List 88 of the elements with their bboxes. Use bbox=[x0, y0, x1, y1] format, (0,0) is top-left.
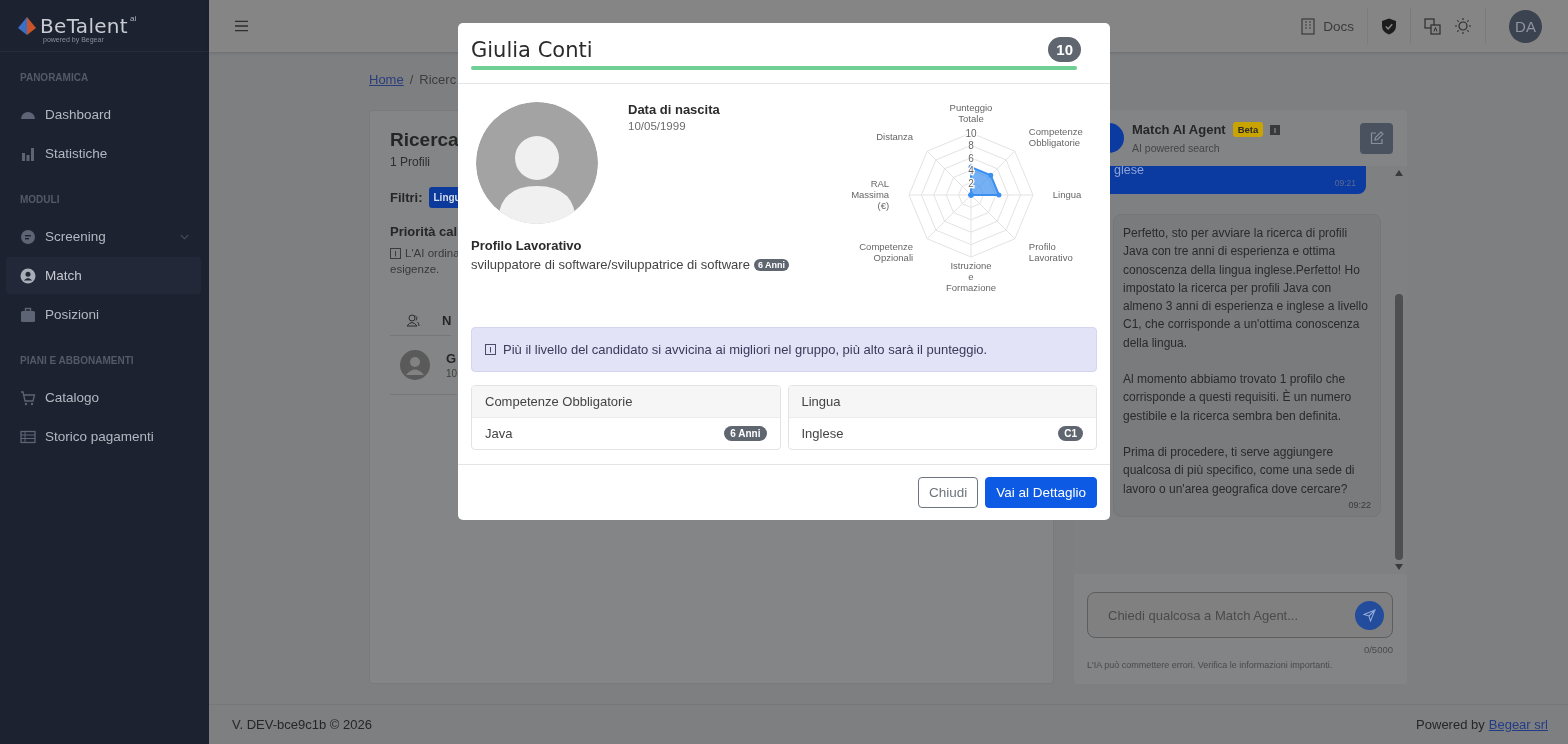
scroll-up-icon[interactable] bbox=[1395, 170, 1403, 176]
logo-suffix: ai bbox=[129, 13, 137, 23]
axis-label: RAL Massima (€) bbox=[851, 178, 890, 211]
column-header: N bbox=[442, 312, 452, 328]
chat-bubble-icon bbox=[20, 228, 36, 245]
candidate-detail: 10 bbox=[446, 368, 458, 379]
message-time: 09:22 bbox=[1348, 499, 1371, 510]
section-heading: PIANI E ABBONAMENTI bbox=[19, 355, 135, 368]
requirement-title: Lingua bbox=[788, 386, 1096, 418]
filters-label: Filtri: bbox=[390, 190, 423, 205]
score-badge: 10 bbox=[1048, 37, 1081, 62]
message-time: 09:21 bbox=[1334, 178, 1356, 188]
menu-icon[interactable] bbox=[235, 20, 248, 32]
axis-label: Competenze Opzionali bbox=[859, 241, 914, 264]
birth-label: Data di nascita bbox=[628, 102, 720, 117]
sun-icon[interactable] bbox=[1454, 17, 1472, 35]
requirement-title: Competenze Obbligatorie bbox=[472, 386, 780, 418]
candidate-name: G bbox=[446, 351, 458, 366]
sidebar-item[interactable]: Catalogo bbox=[6, 379, 201, 416]
info-icon bbox=[485, 344, 496, 355]
candidate-name: Giulia Conti bbox=[471, 37, 593, 62]
chevron-down-icon bbox=[180, 233, 189, 240]
priority-note: esigenze. bbox=[390, 263, 440, 275]
axis-label: Lingua bbox=[1052, 189, 1082, 200]
requirement-item: Java bbox=[485, 426, 513, 441]
axis-label: Profilo Lavorativo bbox=[1028, 241, 1073, 264]
axis-label: Istruzione e Formazione bbox=[945, 259, 997, 293]
sidebar-item[interactable]: Statistiche bbox=[6, 135, 201, 172]
tick-label: 10 bbox=[965, 128, 977, 139]
edit-icon bbox=[1369, 131, 1384, 145]
building-icon bbox=[1301, 17, 1316, 35]
info-icon bbox=[1270, 124, 1281, 135]
character-counter: 0/5000 bbox=[1362, 644, 1393, 655]
years-badge: 6 Anni bbox=[753, 258, 790, 271]
close-button[interactable]: Chiudi bbox=[917, 477, 979, 508]
tick-label: 8 bbox=[968, 140, 974, 152]
logo-icon bbox=[17, 15, 37, 36]
table-icon bbox=[20, 428, 36, 445]
logo-name: BeTalent bbox=[40, 13, 128, 38]
gauge-icon bbox=[20, 109, 36, 120]
profile-count: 1 Profili bbox=[390, 155, 430, 169]
info-icon bbox=[390, 247, 401, 259]
send-button[interactable] bbox=[1355, 600, 1384, 630]
avatar-icon bbox=[476, 102, 598, 224]
level-badge: 6 Anni bbox=[724, 426, 767, 441]
sidebar-item[interactable]: Posizioni bbox=[6, 296, 201, 333]
section-heading: PANORAMICA bbox=[19, 72, 90, 85]
score-area bbox=[968, 164, 1002, 198]
card-title: Ricerca bbox=[390, 129, 459, 151]
beta-badge: Beta bbox=[1232, 122, 1264, 137]
sidebar-item[interactable]: Storico pagamenti bbox=[6, 418, 201, 455]
level-badge: C1 bbox=[1058, 426, 1083, 441]
scrollbar-thumb[interactable] bbox=[1395, 294, 1403, 560]
profile-text: sviluppatore di software/sviluppatrice di software bbox=[471, 257, 750, 272]
scroll-down-icon[interactable] bbox=[1395, 564, 1403, 570]
sidebar-item[interactable]: Match bbox=[6, 257, 201, 294]
section-heading: MODULI bbox=[19, 194, 61, 207]
axis-label: Distanza bbox=[876, 131, 914, 143]
version-text: V. DEV-bce9c1b © 2026 bbox=[232, 717, 372, 732]
briefcase-icon bbox=[20, 306, 36, 323]
axis-label: Competenze Obbligatorie bbox=[1028, 125, 1083, 148]
shield-icon[interactable] bbox=[1381, 17, 1397, 35]
detail-button[interactable]: Vai al Dettaglio bbox=[985, 477, 1097, 508]
birth-date: 10/05/1999 bbox=[628, 120, 687, 132]
sidebar-item[interactable]: Screening bbox=[6, 218, 201, 255]
people-icon bbox=[406, 313, 420, 327]
send-icon bbox=[1363, 608, 1376, 622]
message-text: Al momento abbiamo trovato 1 profilo che corrisponde a questi requisiti. È un numero gestibile e la ricerca sembra ben definita. bbox=[1123, 371, 1353, 425]
breadcrumb-separator: / bbox=[409, 72, 414, 89]
message-text: Perfetto, sto per avviare la ricerca di profili Java con tre anni di esperienza e ottima conoscenza della lingua inglese.Perfetto! Ho impostato la ricerca per profili Java con almeno 3 anni di esperienza e inglese a livello C1, che corrisponde a un'ottima conoscenza della lingua. bbox=[1123, 225, 1369, 352]
profile-label: Profilo Lavorativo bbox=[471, 238, 583, 253]
powered-by-text: Powered by bbox=[1416, 717, 1485, 732]
translate-icon[interactable] bbox=[1424, 17, 1441, 35]
tick-label: 6 bbox=[968, 152, 974, 164]
cart-icon bbox=[20, 389, 36, 406]
avatar-icon bbox=[400, 350, 430, 380]
user-icon bbox=[20, 267, 36, 284]
sidebar-item[interactable]: Dashboard bbox=[6, 96, 201, 133]
requirement-item: Inglese bbox=[801, 426, 844, 441]
priority-title: Priorità cal bbox=[390, 224, 458, 239]
breadcrumb-current: Ricerc bbox=[419, 72, 457, 89]
chat-subtitle: AI powered search bbox=[1132, 142, 1221, 154]
axis-label: Punteggio Totale bbox=[949, 101, 993, 124]
new-chat-button[interactable] bbox=[1360, 122, 1393, 154]
bar-chart-icon bbox=[20, 145, 36, 162]
chat-title: Match AI Agent bbox=[1132, 122, 1226, 137]
message-text: Prima di procedere, ti serve aggiungere qualcosa di più specifico, come una sede di lavoro o un'area geografica dove cercare? bbox=[1123, 443, 1356, 498]
alert-text: Più il livello del candidato si avvicina ai migliori nel gruppo, più alto sarà il punteggio. bbox=[503, 342, 988, 357]
